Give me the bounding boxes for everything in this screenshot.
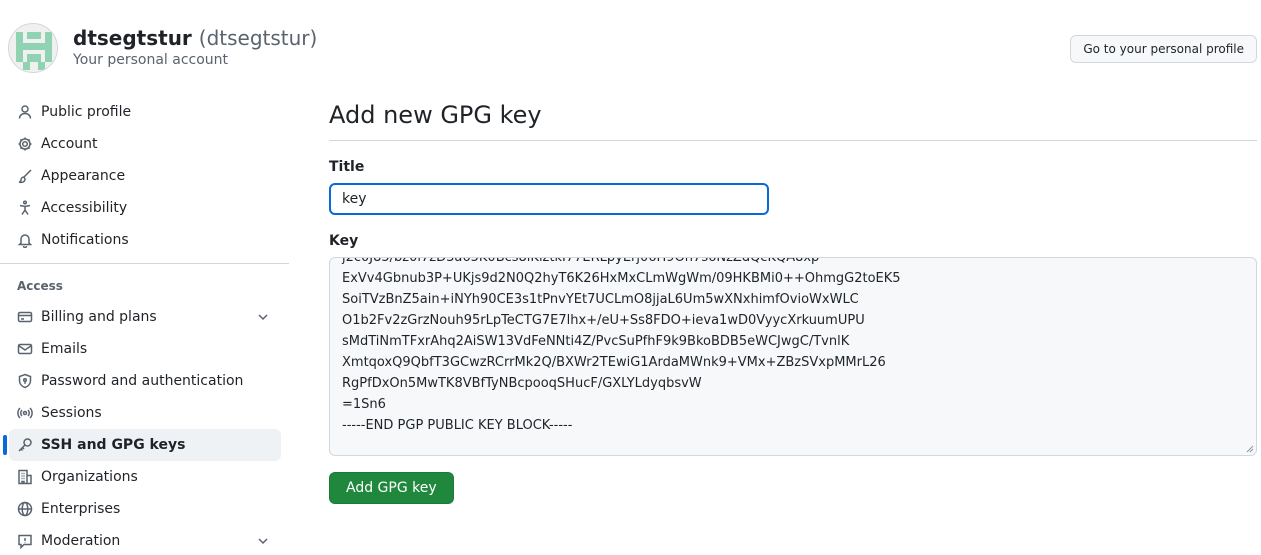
person-icon	[17, 104, 33, 120]
sidebar-item-password[interactable]: Password and authentication	[9, 365, 281, 397]
sidebar-item-appearance[interactable]: Appearance	[9, 160, 281, 192]
resize-handle-icon[interactable]	[1244, 443, 1254, 453]
go-to-profile-button[interactable]: Go to your personal profile	[1070, 35, 1257, 63]
page-title: Add new GPG key	[329, 96, 1257, 141]
sidebar-item-enterprises[interactable]: Enterprises	[9, 493, 281, 525]
sidebar-item-label: Emails	[41, 341, 88, 357]
add-gpg-key-button[interactable]: Add GPG key	[329, 472, 454, 504]
identicon-image	[9, 24, 57, 72]
sidebar-item-label: SSH and GPG keys	[41, 437, 186, 453]
sidebar-item-account[interactable]: Account	[9, 128, 281, 160]
key-textarea[interactable]: j2c0J85/bz0i7zD3a65K0Bcs8lKiztkI77ERLpyE…	[329, 257, 1257, 456]
avatar[interactable]	[8, 23, 58, 73]
organization-icon	[17, 469, 33, 485]
account-subtitle: Your personal account	[73, 52, 229, 68]
sidebar-item-public-profile[interactable]: Public profile	[9, 96, 281, 128]
globe-icon	[17, 501, 33, 517]
sidebar-item-label: Appearance	[41, 168, 126, 184]
login-name: (dtsegtstur)	[198, 26, 318, 50]
sidebar-item-moderation[interactable]: Moderation	[9, 525, 281, 555]
chevron-down-icon[interactable]	[255, 533, 271, 549]
sidebar-item-billing[interactable]: Billing and plans	[9, 301, 281, 333]
key-line: =1Sn6	[342, 397, 386, 412]
sidebar-item-label: Notifications	[41, 232, 129, 248]
sidebar-item-accessibility[interactable]: Accessibility	[9, 192, 281, 224]
sidebar-item-label: Accessibility	[41, 200, 128, 216]
settings-sidebar: Public profile Account Appearance Access…	[0, 96, 289, 555]
account-name[interactable]: dtsegtstur (dtsegtstur)	[73, 26, 317, 50]
sidebar-item-organizations[interactable]: Organizations	[9, 461, 281, 493]
paintbrush-icon	[17, 168, 33, 184]
mail-icon	[17, 341, 33, 357]
key-line: SoiTVzBnZ5ain+iNYh90CE3s1tPnvYEt7UCLmO8j…	[342, 292, 859, 307]
sidebar-item-label: Moderation	[41, 533, 121, 549]
add-gpg-key-form: Title Key j2c0J85/bz0i7zD3a65K0Bcs8lKizt…	[329, 159, 1257, 504]
access-section-label: Access	[17, 279, 63, 293]
chevron-down-icon[interactable]	[255, 309, 271, 325]
sidebar-item-label: Enterprises	[41, 501, 121, 517]
key-icon	[17, 437, 33, 453]
key-line: RgPfDxOn5MwTK8VBfTyNBcpooqSHucF/GXLYLdyq…	[342, 376, 702, 391]
sidebar-item-label: Public profile	[41, 104, 132, 120]
gear-icon	[17, 136, 33, 152]
sidebar-item-notifications[interactable]: Notifications	[9, 224, 281, 256]
sidebar-item-label: Sessions	[41, 405, 102, 421]
display-name: dtsegtstur	[73, 26, 192, 50]
key-line: -----END PGP PUBLIC KEY BLOCK-----	[342, 418, 573, 433]
title-input[interactable]	[329, 183, 769, 215]
title-label: Title	[329, 159, 365, 175]
key-line: j2c0J85/bz0i7zD3a65K0Bcs8lKiztkI77ERLpyE…	[342, 257, 820, 265]
main-content: Add new GPG key Title Key j2c0J85/bz0i7z…	[329, 96, 1257, 504]
broadcast-icon	[17, 405, 33, 421]
key-line: sMdTiNmTFxrAhq2AiSW13VdFeNNti4Z/PvcSuPfh…	[342, 334, 850, 349]
key-line: O1b2Fv2zGrzNouh95rLpTeCTG7E7lhx+/eU+Ss8F…	[342, 313, 865, 328]
sidebar-item-sessions[interactable]: Sessions	[9, 397, 281, 429]
sidebar-divider	[0, 263, 289, 264]
key-line: XmtqoxQ9QbfT3GCwzRCrrMk2Q/BXWr2TEwiG1Ard…	[342, 355, 886, 370]
account-header: dtsegtstur (dtsegtstur) Your personal ac…	[8, 23, 1257, 73]
sidebar-item-emails[interactable]: Emails	[9, 333, 281, 365]
bell-icon	[17, 232, 33, 248]
sidebar-item-ssh-gpg-keys[interactable]: SSH and GPG keys	[3, 429, 281, 461]
accessibility-icon	[17, 200, 33, 216]
sidebar-item-label: Password and authentication	[41, 373, 244, 389]
sidebar-item-label: Organizations	[41, 469, 138, 485]
shield-lock-icon	[17, 373, 33, 389]
sidebar-item-label: Billing and plans	[41, 309, 157, 325]
report-icon	[17, 533, 33, 549]
key-text: j2c0J85/bz0i7zD3a65K0Bcs8lKiztkI77ERLpyE…	[342, 257, 901, 436]
credit-card-icon	[17, 309, 33, 325]
sidebar-item-label: Account	[41, 136, 98, 152]
key-label: Key	[329, 233, 359, 249]
key-line: ExVv4Gbnub3P+UKjs9d2N0Q2hyT6K26HxMxCLmWg…	[342, 271, 901, 286]
